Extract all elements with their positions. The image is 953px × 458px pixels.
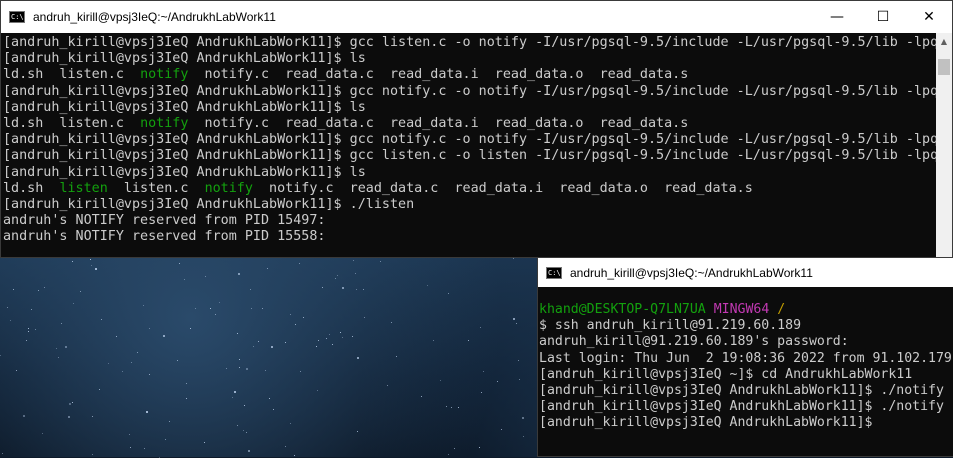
scrollbar[interactable]: ▲: [936, 33, 952, 257]
terminal-line: andruh's NOTIFY reserved from PID 15497:: [3, 213, 326, 229]
executable-file: notify: [140, 116, 189, 132]
terminal-window-secondary[interactable]: C:\ andruh_kirill@vpsj3IeQ:~/AndrukhLabW…: [537, 257, 953, 457]
terminal-line: andruh's NOTIFY reserved from PID 15558:: [3, 229, 326, 245]
scrollbar-thumb[interactable]: [938, 59, 950, 75]
console-icon: C:\: [9, 11, 25, 23]
file-list-text: ld.sh listen.c: [3, 116, 141, 132]
terminal-line: ld.sh listen.c notify notify.c read_data…: [3, 67, 936, 83]
title-bar[interactable]: C:\ andruh_kirill@vpsj3IeQ:~/AndrukhLabW…: [538, 258, 953, 287]
terminal-line: [andruh_kirill@vpsj3IeQ AndrukhLabWork11…: [3, 99, 366, 115]
file-list-text: notify.c read_data.c read_data.i read_da…: [188, 116, 689, 132]
maximize-icon[interactable]: ☐: [860, 1, 906, 33]
terminal-line: [andruh_kirill@vpsj3IeQ AndrukhLabWork11…: [3, 197, 415, 213]
terminal-output[interactable]: khand@DESKTOP-Q7LN7UA MINGW64 / $ ssh an…: [539, 302, 953, 456]
terminal-line: [andruh_kirill@vpsj3IeQ AndrukhLabWork11…: [3, 83, 936, 99]
terminal-line: [andruh_kirill@vpsj3IeQ AndrukhLabWork11…: [3, 164, 366, 180]
executable-file: listen: [59, 180, 108, 196]
title-bar[interactable]: C:\ andruh_kirill@vpsj3IeQ:~/AndrukhLabW…: [1, 1, 952, 33]
file-list-text: listen.c: [107, 180, 205, 196]
minimize-icon[interactable]: —: [814, 1, 860, 33]
terminal-line: [andruh_kirill@vpsj3IeQ AndrukhLabWork11…: [3, 148, 936, 164]
executable-file: notify: [204, 180, 253, 196]
close-icon[interactable]: ✕: [906, 1, 952, 33]
terminal-line: [andruh_kirill@vpsj3IeQ AndrukhLabWork11…: [539, 399, 944, 415]
console-icon: C:\: [546, 266, 562, 279]
terminal-line: $ ssh andruh_kirill@91.219.60.189: [539, 318, 802, 334]
terminal-line: andruh_kirill@91.219.60.189's password:: [539, 334, 849, 350]
window-title: andruh_kirill@vpsj3IeQ:~/AndrukhLabWork1…: [570, 265, 813, 280]
terminal-line: ld.sh listen listen.c notify notify.c re…: [3, 181, 936, 197]
window-title: andruh_kirill@vpsj3IeQ:~/AndrukhLabWork1…: [33, 10, 276, 24]
terminal-line: [andruh_kirill@vpsj3IeQ AndrukhLabWork11…: [3, 35, 936, 50]
terminal-line: [andruh_kirill@vpsj3IeQ ~]$ cd AndrukhLa…: [539, 366, 913, 382]
terminal-output[interactable]: [andruh_kirill@vpsj3IeQ AndrukhLabWork11…: [3, 35, 936, 257]
file-list-text: notify.c read_data.c read_data.i read_da…: [188, 67, 689, 83]
prompt-path: /: [777, 302, 786, 317]
terminal-line: ld.sh listen.c notify notify.c read_data…: [3, 116, 936, 132]
terminal-window-main[interactable]: C:\ andruh_kirill@vpsj3IeQ:~/AndrukhLabW…: [0, 0, 953, 258]
terminal-line: [andruh_kirill@vpsj3IeQ AndrukhLabWork11…: [539, 383, 944, 399]
terminal-line: [andruh_kirill@vpsj3IeQ AndrukhLabWork11…: [539, 415, 873, 431]
prompt-user-host: khand@DESKTOP-Q7LN7UA: [539, 302, 706, 317]
terminal-line: [andruh_kirill@vpsj3IeQ AndrukhLabWork11…: [3, 51, 366, 67]
terminal-line: Last login: Thu Jun 2 19:08:36 2022 from…: [539, 350, 952, 366]
scroll-up-icon[interactable]: ▲: [936, 33, 952, 49]
file-list-text: ld.sh listen.c: [3, 67, 141, 83]
terminal-line: [andruh_kirill@vpsj3IeQ AndrukhLabWork11…: [3, 132, 936, 148]
executable-file: notify: [140, 67, 189, 83]
prompt-env: MINGW64: [713, 302, 770, 317]
file-list-text: ld.sh: [3, 180, 60, 196]
file-list-text: notify.c read_data.c read_data.i read_da…: [252, 180, 753, 196]
